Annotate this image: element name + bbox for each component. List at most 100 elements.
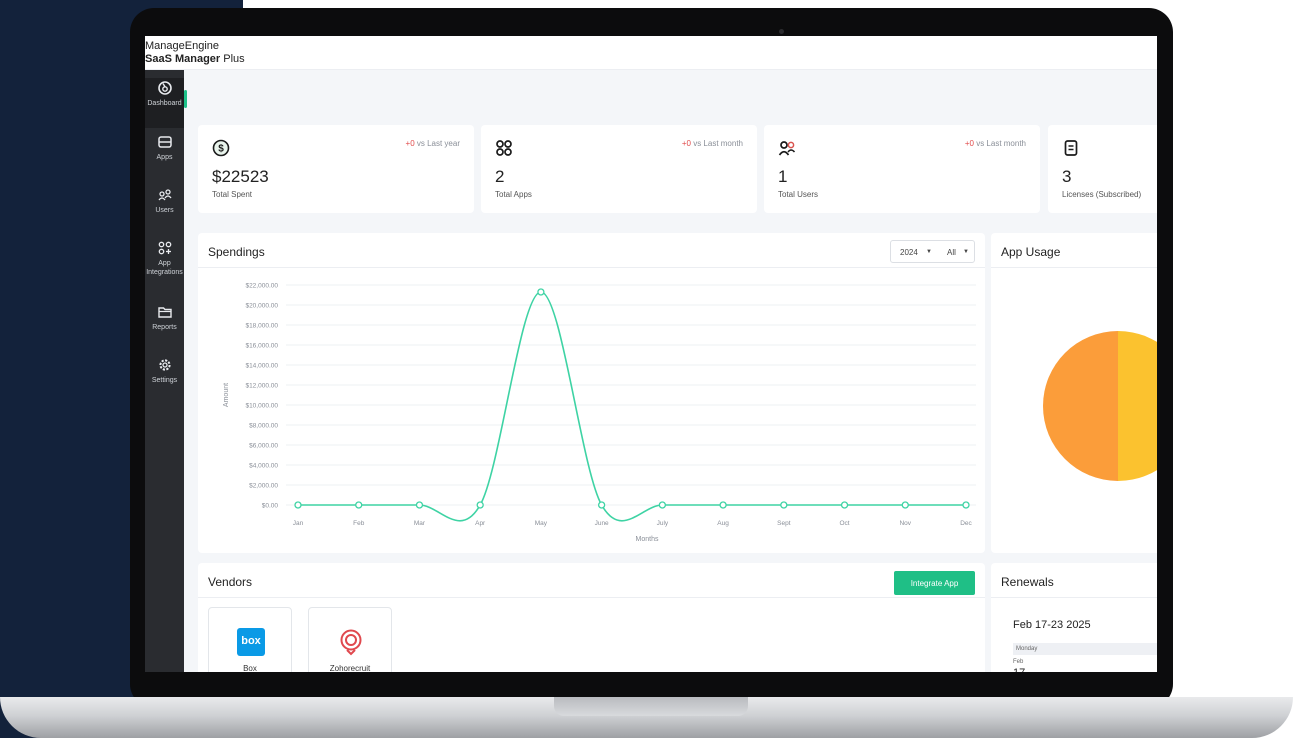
scope-filter-value: All <box>947 248 956 257</box>
zohorecruit-logo-icon <box>340 629 362 656</box>
data-point[interactable] <box>476 501 484 509</box>
x-tick-label: Apr <box>475 520 486 527</box>
spendings-filter-dropdown[interactable]: 2024 ▼ All ▼ <box>890 240 975 263</box>
integrate-app-button[interactable]: Integrate App <box>894 571 975 595</box>
calendar-day[interactable]: 17 <box>1013 667 1025 672</box>
x-tick-label: July <box>657 520 669 527</box>
x-tick-label: Nov <box>899 520 911 527</box>
vendor-name: Box <box>243 664 257 672</box>
y-tick-label: $18,000.00 <box>245 323 278 330</box>
data-point[interactable] <box>537 288 545 296</box>
sidebar-item-apps[interactable]: Apps <box>145 132 184 182</box>
data-point[interactable] <box>658 501 667 509</box>
y-tick-label: $0.00 <box>262 503 279 510</box>
data-point[interactable] <box>597 501 606 509</box>
dashboard-icon <box>157 81 172 95</box>
y-tick-label: $12,000.00 <box>245 383 278 390</box>
kpi-card-total-users[interactable]: +0 vs Last month 1 Total Users <box>764 125 1040 213</box>
sidebar: Dashboard Apps Users App Integrations Re… <box>145 70 187 672</box>
top-bar: ManageEngine SaaS Manager Plus <box>145 36 1157 70</box>
pie-slice[interactable] <box>1118 331 1157 481</box>
chevron-down-icon: ▼ <box>926 249 932 255</box>
sidebar-item-dashboard[interactable]: Dashboard <box>145 78 187 128</box>
sidebar-item-settings[interactable]: Settings <box>145 355 184 405</box>
users-icon <box>157 189 172 201</box>
y-tick-label: $16,000.00 <box>245 343 278 350</box>
sidebar-item-label: Reports <box>152 324 177 331</box>
data-point[interactable] <box>294 501 302 509</box>
y-tick-label: $14,000.00 <box>245 363 278 370</box>
data-point[interactable] <box>355 501 363 509</box>
app-usage-panel: App Usage <box>991 233 1157 553</box>
kpi-change: +0 vs Last year <box>405 139 460 148</box>
app-screen: ManageEngine SaaS Manager Plus Dashboard… <box>145 36 1157 672</box>
sidebar-item-app-integrations[interactable]: App Integrations <box>145 238 184 298</box>
calendar-day-header: Monday <box>1013 643 1157 655</box>
y-axis-title: Amount <box>223 383 230 407</box>
spendings-title: Spendings <box>208 245 265 259</box>
x-tick-label: May <box>535 520 548 527</box>
x-axis-title: Months <box>636 536 659 543</box>
sidebar-item-label-line2: Integrations <box>146 269 183 276</box>
x-tick-label: Dec <box>960 520 972 527</box>
kpi-label: Total Apps <box>495 190 532 199</box>
divider <box>198 597 985 598</box>
vendor-name: Zohorecruit <box>329 664 371 672</box>
gear-icon <box>158 359 171 371</box>
kpi-card-licenses[interactable]: 3 Licenses (Subscribed) <box>1048 125 1157 213</box>
kpi-change: +0 vs Last month <box>681 139 743 148</box>
kpi-value: 3 <box>1062 167 1072 186</box>
y-tick-label: $22,000.00 <box>245 283 278 290</box>
sidebar-item-label: App <box>158 260 171 267</box>
kpi-label: Total Spent <box>212 190 253 199</box>
sidebar-item-label: Dashboard <box>147 100 182 107</box>
kpi-value: 1 <box>778 167 788 186</box>
y-tick-label: $8,000.00 <box>249 423 278 430</box>
kpi-card-total-apps[interactable]: +0 vs Last month 2 Total Apps <box>481 125 757 213</box>
x-tick-label: Feb <box>353 520 365 527</box>
x-tick-label: Aug <box>717 520 729 527</box>
x-tick-label: Mar <box>414 520 426 527</box>
data-point[interactable] <box>962 501 970 509</box>
sidebar-item-label: Settings <box>151 377 178 384</box>
license-icon <box>1064 140 1078 156</box>
y-tick-label: $10,000.00 <box>245 403 278 410</box>
laptop-base-notch <box>554 697 748 716</box>
data-point[interactable] <box>901 501 909 509</box>
data-point[interactable] <box>415 501 424 509</box>
kpi-label: Licenses (Subscribed) <box>1062 190 1142 199</box>
data-point[interactable] <box>719 501 727 509</box>
pie-slice[interactable] <box>1043 331 1118 481</box>
sidebar-item-reports[interactable]: Reports <box>145 302 184 352</box>
svg-text:$: $ <box>218 144 224 155</box>
sidebar-item-users[interactable]: Users <box>145 185 184 235</box>
vendors-panel: Vendors Integrate App box Box Zohorecrui… <box>198 563 985 672</box>
y-tick-label: $2,000.00 <box>249 483 278 490</box>
sidebar-item-label: Apps <box>156 154 173 161</box>
folder-icon <box>157 307 172 318</box>
sidebar-item-label: Users <box>155 207 174 214</box>
users-icon <box>778 141 796 156</box>
chevron-down-icon: ▼ <box>963 249 969 255</box>
renewals-panel: Renewals Feb 17-23 2025 Monday Feb 17 <box>991 563 1157 672</box>
data-point[interactable] <box>840 501 849 509</box>
vendor-card-box[interactable]: box Box <box>208 607 292 672</box>
kpi-value: $22523 <box>212 167 269 186</box>
x-tick-label: June <box>595 520 609 527</box>
kpi-card-total-spent[interactable]: $ +0 vs Last year $22523 Total Spent <box>198 125 474 213</box>
kpi-change: +0 vs Last month <box>964 139 1026 148</box>
spendings-panel: Spendings 2024 ▼ All ▼ $0.00 $2,000.00 $4,… <box>198 233 985 553</box>
data-point[interactable] <box>780 501 788 509</box>
product-name: SaaS Manager Plus <box>145 53 245 65</box>
renewals-week-range: Feb 17-23 2025 <box>1013 619 1091 631</box>
vendor-card-zohorecruit[interactable]: Zohorecruit <box>308 607 392 672</box>
divider <box>991 597 1157 598</box>
series-line <box>297 291 966 522</box>
kpi-value: 2 <box>495 167 505 186</box>
camera-dot <box>779 29 784 34</box>
calendar-month: Feb <box>1013 659 1024 665</box>
apps-icon <box>157 136 172 148</box>
x-tick-label: Oct <box>839 520 849 527</box>
kpi-label: Total Users <box>778 190 819 199</box>
y-tick-label: $6,000.00 <box>249 443 278 450</box>
